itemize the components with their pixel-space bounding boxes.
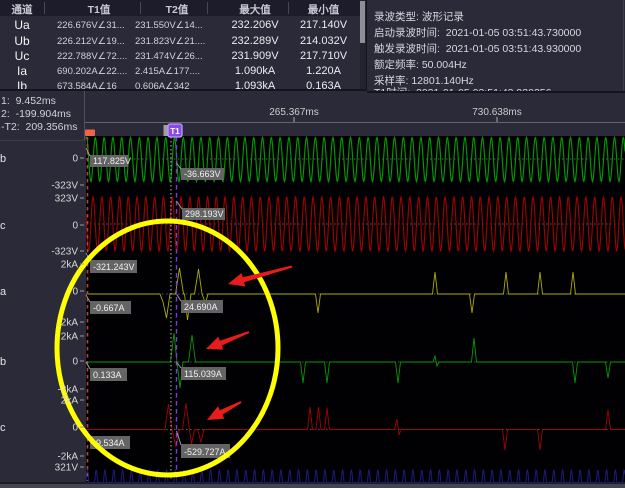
- svg-text:2kA: 2kA: [61, 332, 79, 343]
- svg-text:730.638ms: 730.638ms: [472, 107, 521, 118]
- svg-text:-36.663V: -36.663V: [184, 169, 221, 179]
- svg-text:0: 0: [72, 357, 78, 368]
- svg-text:T1: T1: [170, 127, 180, 136]
- svg-text:b: b: [0, 153, 6, 165]
- svg-text:24.690A: 24.690A: [184, 302, 218, 312]
- svg-text:117.825V: 117.825V: [93, 156, 131, 166]
- svg-text:321V: 321V: [55, 463, 79, 474]
- svg-text:2kA: 2kA: [61, 260, 79, 271]
- svg-text:0: 0: [72, 287, 78, 298]
- svg-text:0: 0: [72, 423, 78, 434]
- svg-text:0: 0: [72, 221, 78, 232]
- svg-text:0: 0: [72, 154, 78, 165]
- svg-text:115.039A: 115.039A: [184, 369, 222, 379]
- svg-text:-323V: -323V: [51, 247, 78, 258]
- svg-text:-323V: -323V: [51, 181, 78, 192]
- svg-text:2kA: 2kA: [61, 396, 79, 407]
- svg-text:323V: 323V: [55, 194, 79, 205]
- svg-text:-529.727A: -529.727A: [184, 447, 226, 457]
- svg-text:a: a: [0, 286, 7, 298]
- svg-text:c: c: [0, 422, 6, 434]
- svg-text:-2kA: -2kA: [57, 452, 78, 463]
- svg-text:-2kA: -2kA: [57, 385, 78, 396]
- svg-text:-2kA: -2kA: [57, 318, 78, 329]
- svg-text:c: c: [0, 220, 6, 232]
- svg-text:298.193V: 298.193V: [185, 209, 224, 219]
- svg-text:0.133A: 0.133A: [93, 370, 122, 380]
- svg-text:b: b: [0, 356, 6, 368]
- svg-text:-321.243V: -321.243V: [93, 262, 135, 272]
- svg-text:265.367ms: 265.367ms: [269, 107, 318, 118]
- svg-text:-0.667A: -0.667A: [93, 303, 125, 313]
